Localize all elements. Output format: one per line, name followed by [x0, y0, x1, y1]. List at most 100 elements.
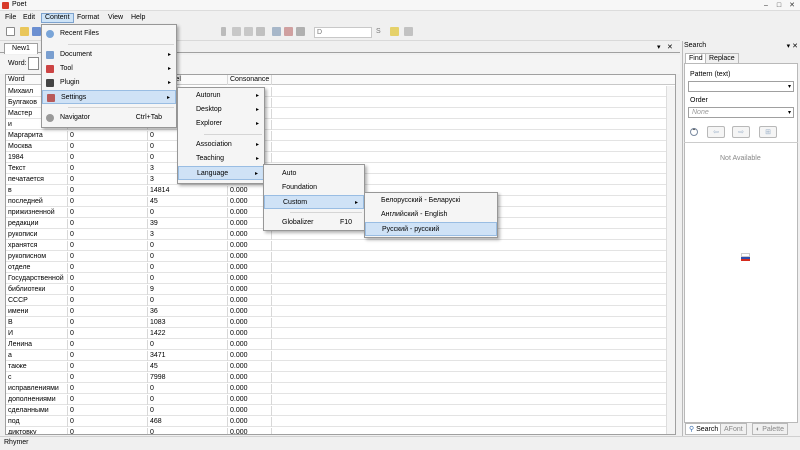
menu-item-autorun[interactable]: Autorun ▸	[178, 89, 264, 103]
panel-controls-icon[interactable]: ▾ ✕	[787, 42, 798, 50]
tab-font[interactable]: AFont	[720, 423, 747, 435]
table-row[interactable]: В 0 1083 0.000	[6, 318, 675, 328]
table-row[interactable]: а 0 3471 0.000	[6, 351, 675, 361]
open-folder-icon[interactable]	[20, 27, 29, 36]
menu-edit[interactable]: Edit	[20, 13, 38, 23]
cell-word[interactable]: последней	[6, 197, 68, 207]
menu-item-explorer[interactable]: Explorer ▸	[178, 117, 264, 131]
cell-consonance[interactable]: 0.000	[228, 230, 272, 240]
search-all-button[interactable]: ⊞	[759, 126, 777, 138]
cell-consonance[interactable]: 0.000	[228, 406, 272, 416]
cell-value[interactable]: 0	[68, 428, 148, 434]
tab-palette[interactable]: ◐ Palette	[752, 423, 788, 435]
cell-word[interactable]: Москва	[6, 142, 68, 152]
menu-item-recent-files[interactable]: Recent Files	[42, 27, 176, 41]
cell-consonance[interactable]: 0.000	[228, 395, 272, 405]
cell-value[interactable]: 0	[68, 417, 148, 427]
table-row[interactable]: с 0 7998 0.000	[6, 373, 675, 383]
cell-count[interactable]: 45	[148, 362, 228, 372]
cell-consonance[interactable]: 0.000	[228, 241, 272, 251]
cell-word[interactable]: под	[6, 417, 68, 427]
cell-consonance[interactable]: 0.000	[228, 329, 272, 339]
cell-consonance[interactable]: 0.000	[228, 296, 272, 306]
word-input[interactable]	[28, 57, 39, 70]
cell-consonance[interactable]: 0.000	[228, 428, 272, 434]
table-row[interactable]: имени 0 36 0.000	[6, 307, 675, 317]
menu-item-settings[interactable]: Settings ▸	[42, 90, 176, 104]
table-row[interactable]: хранятся 0 0 0.000	[6, 241, 675, 251]
cell-value[interactable]: 0	[68, 307, 148, 317]
menu-file[interactable]: File	[2, 13, 19, 23]
cell-value[interactable]: 0	[68, 175, 148, 185]
cell-count[interactable]: 0	[148, 263, 228, 273]
cell-word[interactable]: хранятся	[6, 241, 68, 251]
cell-value[interactable]: 0	[68, 285, 148, 295]
table-row[interactable]: И 0 1422 0.000	[6, 329, 675, 339]
cell-word[interactable]: Ленина	[6, 340, 68, 350]
cell-value[interactable]: 0	[68, 395, 148, 405]
table-row[interactable]: Москва 0 0	[6, 142, 675, 152]
order-combo[interactable]: None ▾	[688, 107, 794, 118]
menu-view[interactable]: View	[105, 13, 126, 23]
cell-word[interactable]: отделе	[6, 263, 68, 273]
cell-value[interactable]: 0	[68, 164, 148, 174]
cell-value[interactable]: 0	[68, 406, 148, 416]
toolbar-icon[interactable]	[404, 27, 413, 36]
cell-consonance[interactable]: 0.000	[228, 274, 272, 284]
table-row[interactable]: Ленина 0 0 0.000	[6, 340, 675, 350]
cell-value[interactable]: 0	[68, 329, 148, 339]
table-row[interactable]: Государственной 0 0 0.000	[6, 274, 675, 284]
cell-consonance[interactable]: 0.000	[228, 373, 272, 383]
cell-count[interactable]: 0	[148, 208, 228, 218]
cell-word[interactable]: исправлениями	[6, 384, 68, 394]
menu-help[interactable]: Help	[128, 13, 148, 23]
cell-count[interactable]: 3471	[148, 351, 228, 361]
cell-word[interactable]: И	[6, 329, 68, 339]
cell-word[interactable]: дополнениями	[6, 395, 68, 405]
tab-replace[interactable]: Replace	[705, 53, 739, 63]
cell-word[interactable]: имени	[6, 307, 68, 317]
cell-count[interactable]: 3	[148, 230, 228, 240]
menu-item-english[interactable]: Английский - English	[365, 208, 497, 222]
menu-content[interactable]: Content	[41, 13, 74, 23]
table-row[interactable]: 1984 0 0	[6, 153, 675, 163]
cell-word[interactable]: прижизненной	[6, 208, 68, 218]
toolbar-icon[interactable]	[296, 27, 305, 36]
toolbar-icon[interactable]	[390, 27, 399, 36]
cell-value[interactable]: 0	[68, 131, 148, 141]
tab-search[interactable]: ⚲ Search	[685, 423, 723, 435]
menu-item-desktop[interactable]: Desktop ▸	[178, 103, 264, 117]
menu-item-tool[interactable]: Tool ▸	[42, 62, 176, 76]
cell-word[interactable]: диктовку	[6, 428, 68, 434]
minimize-icon[interactable]: –	[760, 1, 772, 10]
cell-count[interactable]: 0	[148, 384, 228, 394]
pin-icon[interactable]: ▾	[657, 43, 661, 51]
cell-value[interactable]: 0	[68, 153, 148, 163]
toolbar-icon[interactable]	[256, 27, 265, 36]
menu-item-foundation[interactable]: Foundation	[264, 181, 364, 195]
cell-count[interactable]: 0	[148, 406, 228, 416]
cell-word[interactable]: а	[6, 351, 68, 361]
cell-count[interactable]: 9	[148, 285, 228, 295]
menu-item-teaching[interactable]: Teaching ▸	[178, 152, 264, 166]
toolbar-icon[interactable]	[232, 27, 241, 36]
toolbar-icon[interactable]	[244, 27, 253, 36]
cell-word[interactable]: Маргарита	[6, 131, 68, 141]
cell-word[interactable]: редакции	[6, 219, 68, 229]
toolbar-icon[interactable]	[272, 27, 281, 36]
menu-item-document[interactable]: Document ▸	[42, 48, 176, 62]
cell-value[interactable]: 0	[68, 230, 148, 240]
toolbar-icon[interactable]	[284, 27, 293, 36]
cell-word[interactable]: сделанными	[6, 406, 68, 416]
close-icon[interactable]: ✕	[786, 1, 798, 10]
cell-count[interactable]: 45	[148, 197, 228, 207]
table-row[interactable]: отделе 0 0 0.000	[6, 263, 675, 273]
menu-item-auto[interactable]: Auto	[264, 167, 364, 181]
cell-word[interactable]: рукописи	[6, 230, 68, 240]
cell-value[interactable]: 0	[68, 296, 148, 306]
cell-count[interactable]: 0	[148, 296, 228, 306]
menu-item-language[interactable]: Language ▸	[178, 166, 264, 180]
menu-item-plugin[interactable]: Plugin ▸	[42, 76, 176, 90]
cell-word[interactable]: рукописном	[6, 252, 68, 262]
cell-consonance[interactable]: 0.000	[228, 417, 272, 427]
